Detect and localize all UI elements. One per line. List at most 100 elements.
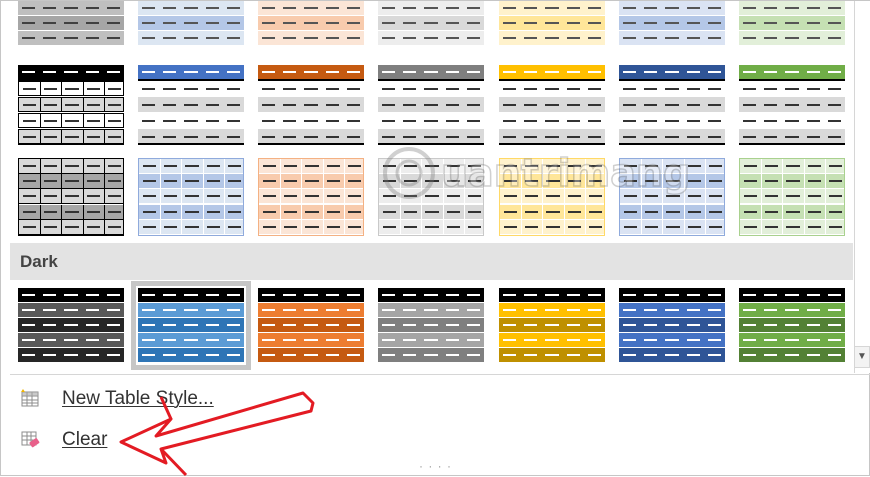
- cell-dash: [466, 354, 480, 356]
- cell-dash: [346, 339, 360, 341]
- cell-dash: [503, 7, 517, 9]
- cell-dash: [445, 22, 459, 24]
- table-style-swatch[interactable]: [378, 288, 484, 363]
- table-row: [138, 348, 244, 362]
- cell-dash: [785, 135, 799, 138]
- cell-dash: [164, 210, 178, 213]
- cell-dash: [107, 165, 121, 167]
- cell-dash: [43, 22, 57, 24]
- cell-divider: [463, 219, 465, 234]
- footer-line: [378, 143, 484, 145]
- cell-dash: [263, 180, 277, 183]
- cell-dash: [524, 354, 538, 356]
- cell-dash: [262, 135, 276, 138]
- table-row: [739, 31, 845, 45]
- table-style-swatch[interactable]: [378, 158, 484, 236]
- cell-dash: [524, 103, 538, 106]
- dark-section-label: Dark: [20, 252, 58, 271]
- cell-dash: [403, 103, 417, 106]
- table-style-swatch[interactable]: [619, 1, 725, 46]
- cell-dash: [23, 225, 37, 228]
- table-style-swatch[interactable]: [739, 65, 845, 145]
- table-style-swatch[interactable]: [499, 1, 605, 46]
- table-style-swatch[interactable]: [138, 65, 244, 145]
- cell-dash: [785, 103, 799, 106]
- table-style-swatch[interactable]: [739, 158, 845, 236]
- cell-dash: [304, 37, 318, 39]
- cell-dash: [304, 354, 318, 356]
- table-style-swatch[interactable]: [619, 158, 725, 236]
- cell-dash: [445, 135, 459, 138]
- table-style-swatch[interactable]: [18, 158, 124, 236]
- table-row: [19, 159, 123, 174]
- table-style-swatch[interactable]: [499, 288, 605, 363]
- table-row: [378, 31, 484, 45]
- cell-dash: [424, 37, 438, 39]
- table-style-swatch[interactable]: [138, 1, 244, 46]
- table-style-swatch[interactable]: [378, 1, 484, 46]
- cell-dash: [22, 37, 36, 39]
- cell-dash: [325, 294, 339, 296]
- cell-dash: [567, 225, 581, 228]
- cell-dash: [284, 195, 298, 198]
- new-table-style-menu-item[interactable]: New Table Style...: [10, 382, 410, 416]
- table-style-swatch[interactable]: [258, 65, 364, 145]
- cell-divider: [683, 189, 685, 204]
- cell-divider: [782, 189, 784, 204]
- table-style-swatch[interactable]: [499, 158, 605, 236]
- cell-dash: [262, 354, 276, 356]
- cell-divider: [400, 189, 402, 204]
- cell-dash: [624, 210, 638, 213]
- table-style-swatch[interactable]: [499, 65, 605, 145]
- table-style-swatch[interactable]: [739, 1, 845, 46]
- table-style-swatch[interactable]: [619, 65, 725, 145]
- table-style-swatch[interactable]: [18, 65, 124, 145]
- table-style-swatch[interactable]: [378, 65, 484, 145]
- gallery-scrollbar[interactable]: [854, 1, 870, 373]
- clear-menu-item[interactable]: Clear: [10, 423, 410, 457]
- scroll-down-button[interactable]: ▼: [854, 346, 870, 368]
- cell-dash: [403, 354, 417, 356]
- cell-dash: [785, 354, 799, 356]
- cell-dash: [525, 165, 539, 167]
- cell-dash: [304, 309, 318, 311]
- cell-dash: [743, 87, 757, 90]
- cell-divider: [280, 174, 282, 189]
- table-style-swatch[interactable]: [739, 288, 845, 363]
- table-style-swatch[interactable]: [18, 288, 124, 363]
- cell-dash: [567, 210, 581, 213]
- table-row: [378, 348, 484, 362]
- cell-divider: [584, 219, 586, 234]
- table-row: [138, 333, 244, 347]
- table-row: [139, 204, 243, 220]
- cell-dash: [226, 354, 240, 356]
- table-row: [258, 129, 364, 144]
- resize-grip[interactable]: · · · ·: [419, 459, 452, 473]
- table-style-swatch[interactable]: [131, 281, 251, 370]
- table-style-swatch[interactable]: [18, 1, 124, 46]
- cell-dash: [325, 324, 339, 326]
- table-style-swatch[interactable]: [258, 288, 364, 363]
- header-row: [619, 288, 725, 302]
- table-row: [378, 333, 484, 347]
- cell-dash: [424, 294, 438, 296]
- table-style-swatch[interactable]: [619, 288, 725, 363]
- cell-dash: [524, 7, 538, 9]
- table-style-swatch[interactable]: [258, 1, 364, 46]
- table-row: [379, 204, 483, 220]
- cell-dash: [445, 71, 459, 73]
- cell-divider: [280, 219, 282, 234]
- cell-dash: [283, 7, 297, 9]
- cell-dash: [382, 294, 396, 296]
- cell-dash: [587, 37, 601, 39]
- cell-dash: [424, 339, 438, 341]
- table-style-swatch[interactable]: [138, 158, 244, 236]
- cell-dash: [806, 309, 820, 311]
- cell-divider: [824, 159, 826, 173]
- cell-dash: [185, 180, 199, 183]
- cell-dash: [707, 37, 721, 39]
- table-style-swatch[interactable]: [258, 158, 364, 236]
- cell-dash: [142, 135, 156, 138]
- cell-dash: [466, 135, 480, 138]
- cell-dash: [107, 210, 121, 213]
